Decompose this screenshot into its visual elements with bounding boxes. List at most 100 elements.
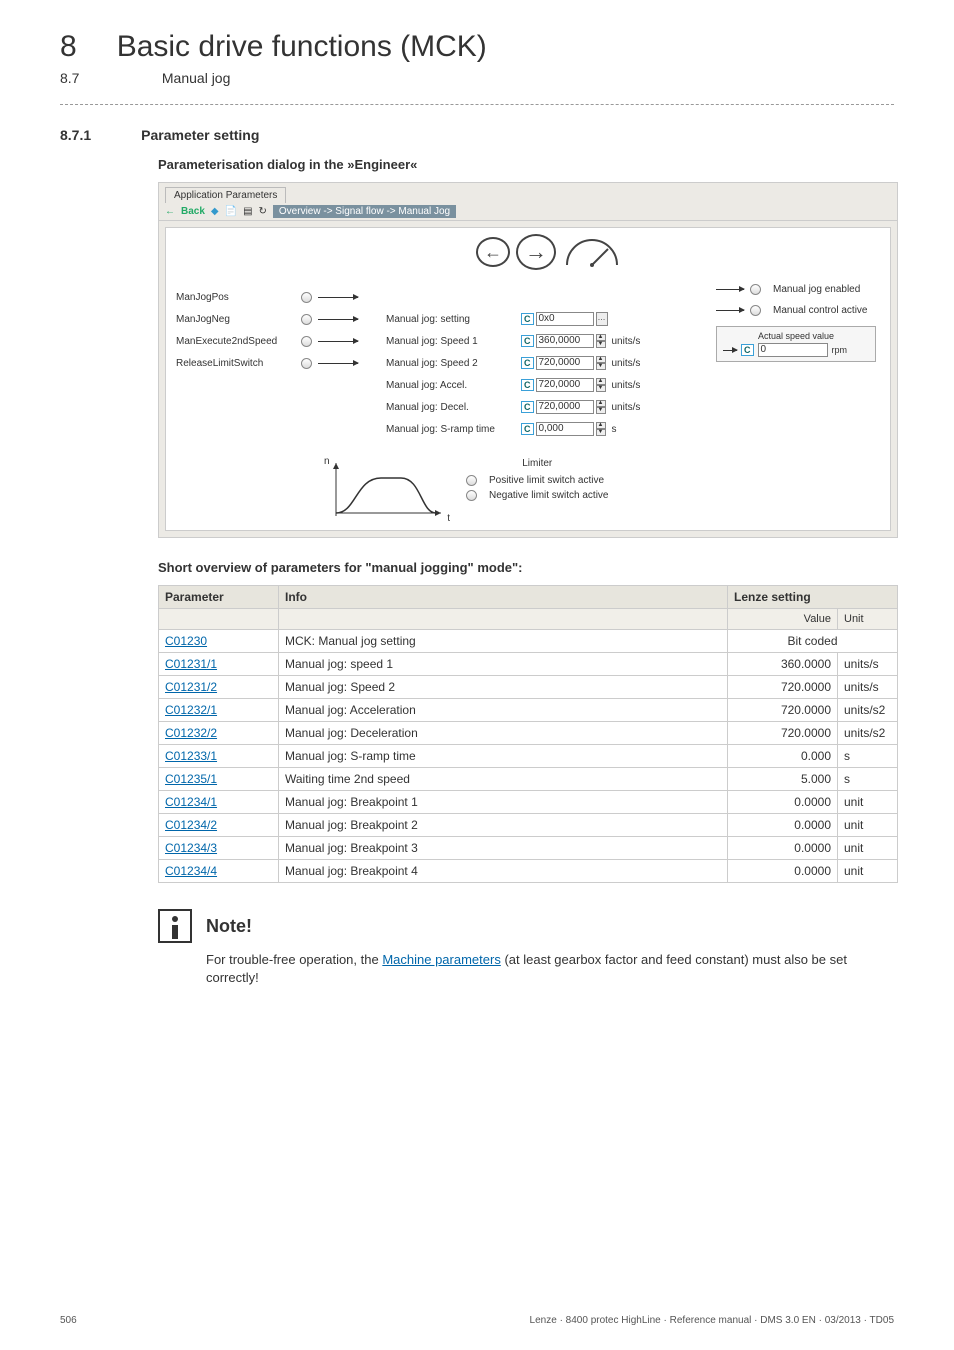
param-input[interactable]: 720,0000: [536, 378, 594, 392]
param-dropdown-button[interactable]: …: [596, 312, 608, 326]
unit-cell: units/s: [838, 653, 898, 676]
param-cell: C01230: [159, 630, 279, 653]
param-link[interactable]: C01233/1: [165, 749, 217, 763]
table-row: C01234/3Manual jog: Breakpoint 30.0000un…: [159, 837, 898, 860]
back-arrow-icon[interactable]: ←: [165, 206, 175, 217]
param-link[interactable]: C01231/1: [165, 657, 217, 671]
info-cell: Manual jog: Breakpoint 3: [279, 837, 728, 860]
jog-direction-graphics: ← →: [476, 234, 622, 270]
param-unit: units/s: [612, 336, 641, 347]
value-cell: 5.000: [728, 768, 838, 791]
param-label: Manual jog: Decel.: [386, 402, 521, 413]
jog-right-icon: →: [516, 234, 556, 270]
divider: [60, 104, 894, 105]
param-link[interactable]: C01230: [165, 634, 207, 648]
unit-cell: unit: [838, 860, 898, 883]
info-cell: Manual jog: Deceleration: [279, 722, 728, 745]
param-link[interactable]: C01231/2: [165, 680, 217, 694]
param-cell: C01231/2: [159, 676, 279, 699]
led-icon: [301, 292, 312, 303]
param-field: C 0x0 …: [521, 312, 608, 326]
param-link[interactable]: C01235/1: [165, 772, 217, 786]
info-cell: Manual jog: Speed 2: [279, 676, 728, 699]
footer-info: Lenze · 8400 protec HighLine · Reference…: [530, 1315, 894, 1326]
unit-cell: unit: [838, 837, 898, 860]
param-unit: units/s: [612, 402, 641, 413]
param-input[interactable]: 720,0000: [536, 400, 594, 414]
machine-parameters-link[interactable]: Machine parameters: [382, 952, 501, 967]
param-spinner[interactable]: ▲▼: [596, 334, 606, 348]
actual-speed-box: Actual speed value C 0 rpm: [716, 326, 876, 362]
axis-n-label: n: [324, 456, 330, 467]
engineer-dialog: Application Parameters ← Back ◆ 📄 ▤ ↻ Ov…: [158, 182, 898, 538]
toolbar-list-icon[interactable]: ▤: [243, 206, 252, 217]
section-header: 8.7.1 Parameter setting: [60, 127, 894, 143]
value-cell: 0.0000: [728, 860, 838, 883]
c-badge-icon: C: [521, 313, 534, 325]
table-row: C01232/1Manual jog: Acceleration720.0000…: [159, 699, 898, 722]
led-icon: [466, 490, 477, 501]
outputs-panel: Manual jog enabled Manual control active…: [716, 284, 876, 362]
engineer-toolbar: ← Back ◆ 📄 ▤ ↻ Overview -> Signal flow -…: [159, 203, 897, 221]
value-cell: 720.0000: [728, 676, 838, 699]
unit-cell: s: [838, 768, 898, 791]
info-cell: Manual jog: Acceleration: [279, 699, 728, 722]
param-spinner[interactable]: ▲▼: [596, 400, 606, 414]
parameters-table: Parameter Info Lenze setting Value Unit …: [158, 585, 898, 883]
param-cell: C01234/3: [159, 837, 279, 860]
param-spinner[interactable]: ▲▼: [596, 422, 606, 436]
toolbar-refresh-icon[interactable]: ↻: [259, 206, 267, 217]
signal-row: Manual jog: Accel. C 720,0000 ▲▼ units/s: [176, 374, 880, 396]
param-cell: C01234/1: [159, 791, 279, 814]
unit-cell: units/s2: [838, 699, 898, 722]
chapter-header: 8 Basic drive functions (MCK): [60, 30, 894, 64]
param-spinner[interactable]: ▲▼: [596, 378, 606, 392]
param-input[interactable]: 0x0: [536, 312, 594, 326]
table-row: C01234/2Manual jog: Breakpoint 20.0000un…: [159, 814, 898, 837]
limiter-info: Limiter Positive limit switch active Neg…: [466, 458, 608, 505]
table-row: C01230 MCK: Manual jog settingBit coded: [159, 630, 898, 653]
c-badge-icon: C: [521, 423, 534, 435]
param-input[interactable]: 360,0000: [536, 334, 594, 348]
info-cell: Manual jog: speed 1: [279, 653, 728, 676]
chapter-number: 8: [60, 30, 77, 64]
signal-name: ReleaseLimitSwitch: [176, 358, 301, 369]
param-input[interactable]: 0,000: [536, 422, 594, 436]
c-badge-icon: C: [521, 379, 534, 391]
actual-speed-value: 0: [758, 343, 828, 357]
toolbar-doc-icon[interactable]: 📄: [225, 206, 237, 217]
param-unit: s: [612, 424, 617, 435]
unit-cell: unit: [838, 791, 898, 814]
output-arrow-icon: [723, 350, 737, 351]
param-link[interactable]: C01234/2: [165, 818, 217, 832]
output-label: Manual jog enabled: [773, 284, 860, 295]
param-spinner[interactable]: ▲▼: [596, 356, 606, 370]
param-link[interactable]: C01234/4: [165, 864, 217, 878]
c-badge-icon: C: [521, 335, 534, 347]
param-input[interactable]: 720,0000: [536, 356, 594, 370]
ramp-graph-icon: n t: [326, 458, 446, 520]
param-label: Manual jog: Accel.: [386, 380, 521, 391]
actual-speed-unit: rpm: [832, 345, 848, 355]
info-cell: MCK: Manual jog setting: [279, 630, 728, 653]
breadcrumb: Overview -> Signal flow -> Manual Jog: [273, 205, 456, 218]
param-link[interactable]: C01234/1: [165, 795, 217, 809]
output-arrow-icon: [716, 310, 744, 311]
param-cell: C01232/2: [159, 722, 279, 745]
value-cell: Bit coded: [728, 630, 898, 653]
value-cell: 0.0000: [728, 791, 838, 814]
info-cell: Manual jog: Breakpoint 1: [279, 791, 728, 814]
section-title: Parameter setting: [141, 127, 259, 143]
param-link[interactable]: C01232/2: [165, 726, 217, 740]
toolbar-nav-icon[interactable]: ◆: [211, 206, 219, 217]
param-link[interactable]: C01234/3: [165, 841, 217, 855]
tab-application-parameters[interactable]: Application Parameters: [165, 187, 286, 203]
table-row: C01235/1Waiting time 2nd speed5.000s: [159, 768, 898, 791]
limiter-title: Limiter: [466, 458, 608, 469]
unit-cell: unit: [838, 814, 898, 837]
param-unit: units/s: [612, 380, 641, 391]
table-row: C01231/2Manual jog: Speed 2720.0000units…: [159, 676, 898, 699]
param-link[interactable]: C01232/1: [165, 703, 217, 717]
back-button[interactable]: Back: [181, 206, 205, 217]
unit-cell: s: [838, 745, 898, 768]
